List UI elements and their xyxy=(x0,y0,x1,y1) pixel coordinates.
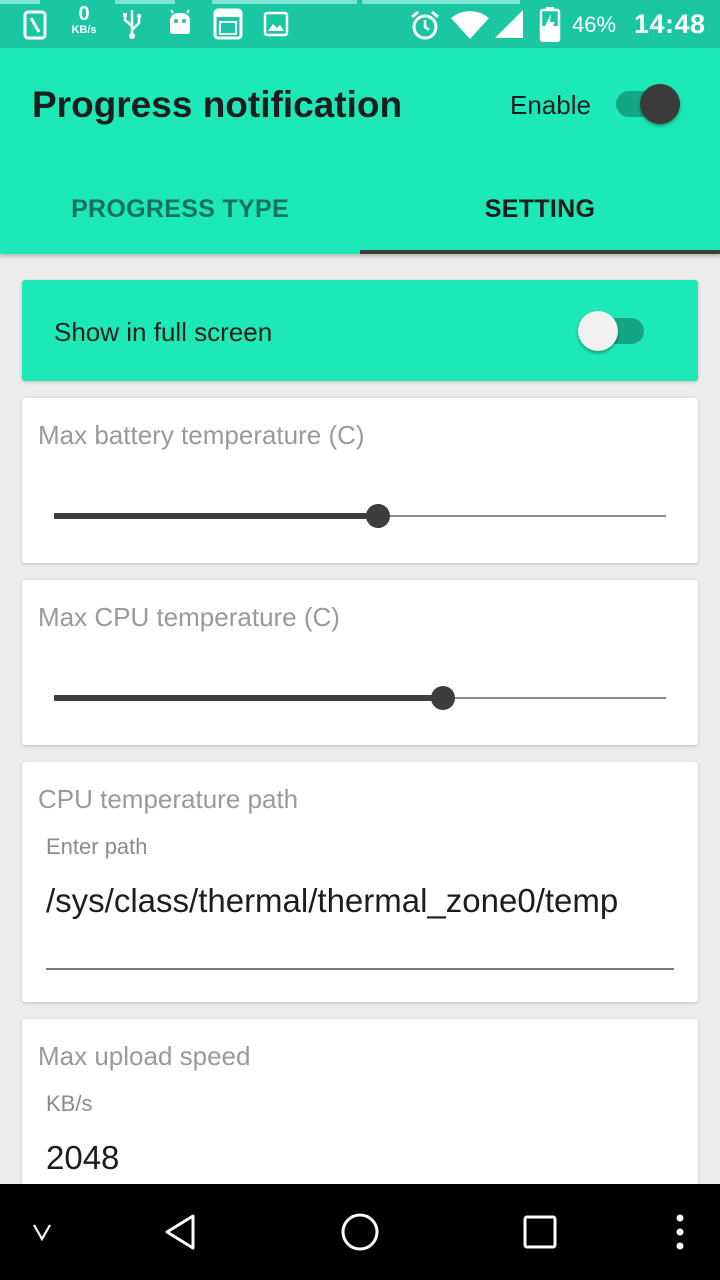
full-screen-label: Show in full screen xyxy=(54,317,273,347)
overflow-menu-icon[interactable] xyxy=(664,1210,696,1254)
cpu-temp-slider[interactable] xyxy=(54,686,666,710)
cpu-path-title: CPU temperature path xyxy=(38,784,299,814)
battery-temp-slider[interactable] xyxy=(54,504,666,528)
enable-switch[interactable] xyxy=(614,84,684,124)
battery-temp-setting: Max battery temperature (C) xyxy=(22,398,698,563)
page-title: Progress notification xyxy=(32,84,403,125)
network-speed: 0 KB/s xyxy=(64,4,104,36)
slider-knob[interactable] xyxy=(366,504,391,528)
cpu-path-input[interactable]: /sys/class/thermal/thermal_zone0/temp xyxy=(46,880,674,922)
cpu-path-underline xyxy=(46,968,674,970)
cpu-path-hint: Enter path xyxy=(46,834,148,859)
recents-icon[interactable] xyxy=(516,1210,564,1254)
usb-icon xyxy=(118,8,146,40)
slider-fill xyxy=(54,513,379,519)
signal-icon xyxy=(492,8,526,40)
app-bar: Progress notification Enable PROGRESS TY… xyxy=(0,48,720,254)
alarm-icon xyxy=(408,8,442,42)
network-speed-unit: KB/s xyxy=(71,24,97,36)
image-icon xyxy=(262,10,290,38)
network-speed-value: 0 xyxy=(78,3,90,25)
cpu-path-setting: CPU temperature path Enter path /sys/cla… xyxy=(22,762,698,1002)
cpu-temp-setting: Max CPU temperature (C) xyxy=(22,580,698,745)
tab-setting[interactable]: SETTING xyxy=(360,170,720,248)
status-bar-accent xyxy=(115,0,175,4)
status-bar: 0 KB/s 46% 14:48 xyxy=(0,0,720,48)
upload-speed-input[interactable]: 2048 xyxy=(46,1137,674,1179)
cpu-temp-title: Max CPU temperature (C) xyxy=(38,602,340,632)
full-screen-setting: Show in full screen xyxy=(22,280,698,381)
home-icon[interactable] xyxy=(336,1208,384,1256)
android-icon xyxy=(166,8,194,38)
battery-percent: 46% xyxy=(572,12,617,37)
upload-speed-setting: Max upload speed KB/s 2048 xyxy=(22,1019,698,1199)
screenshot-icon xyxy=(212,8,244,40)
status-bar-accent xyxy=(0,0,40,4)
status-clock: 14:48 xyxy=(634,9,706,39)
status-bar-accent xyxy=(362,0,520,4)
dropdown-v-icon[interactable] xyxy=(22,1214,62,1250)
slider-fill xyxy=(54,695,443,701)
tab-indicator xyxy=(360,250,720,254)
battery-icon xyxy=(538,6,562,42)
sim-icon xyxy=(22,10,48,40)
navigation-bar xyxy=(0,1184,720,1280)
tab-progress-type[interactable]: PROGRESS TYPE xyxy=(0,170,360,248)
battery-temp-title: Max battery temperature (C) xyxy=(38,420,365,450)
back-icon[interactable] xyxy=(156,1210,204,1254)
enable-label: Enable xyxy=(510,90,591,120)
upload-speed-title: Max upload speed xyxy=(38,1041,251,1071)
wifi-icon xyxy=(450,9,490,41)
upload-speed-hint: KB/s xyxy=(46,1091,93,1116)
slider-knob[interactable] xyxy=(430,686,455,710)
status-bar-accent xyxy=(212,0,357,4)
full-screen-switch[interactable] xyxy=(578,310,648,352)
